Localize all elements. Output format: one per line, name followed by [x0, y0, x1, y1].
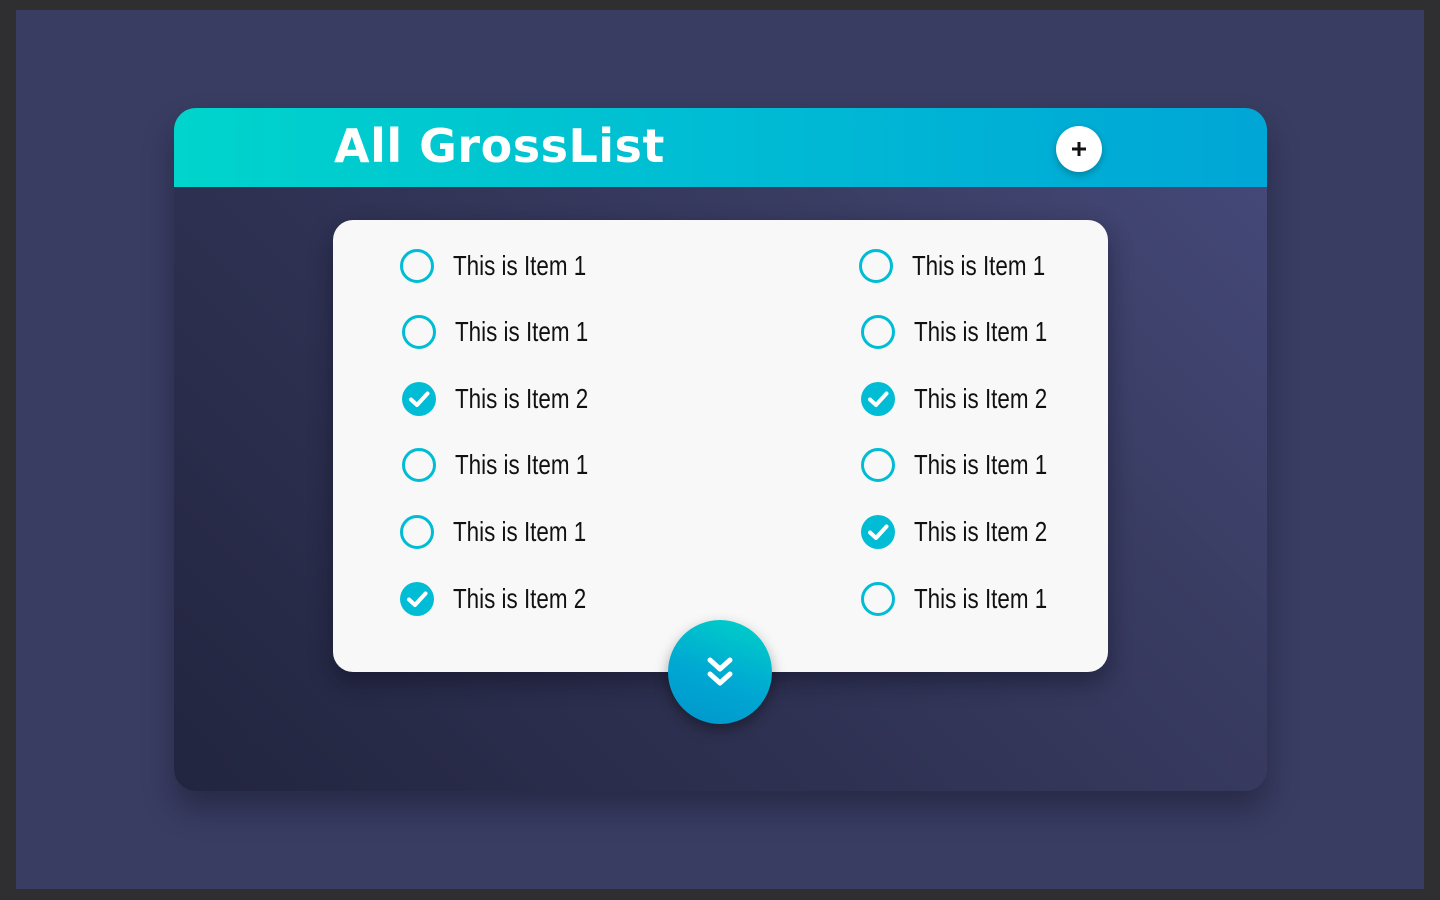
plus-icon — [1072, 142, 1086, 156]
item-list-panel: This is Item 1 This is Item 1 This is It… — [333, 220, 1108, 672]
list-item[interactable]: This is Item 1 — [401, 312, 621, 352]
list-item[interactable]: This is Item 1 — [860, 312, 1080, 352]
unchecked-circle-icon[interactable] — [401, 447, 437, 483]
app-canvas: All GrossList This is Item 1 This is Ite… — [16, 10, 1424, 889]
list-item[interactable]: This is Item 1 — [858, 246, 1078, 286]
list-item[interactable]: This is Item 2 — [860, 379, 1080, 419]
item-label: This is Item 2 — [453, 583, 587, 614]
list-item[interactable]: This is Item 2 — [860, 512, 1080, 552]
checked-circle-icon[interactable] — [399, 581, 435, 617]
unchecked-circle-icon[interactable] — [860, 581, 896, 617]
list-item[interactable]: This is Item 1 — [860, 579, 1080, 619]
list-item[interactable]: This is Item 1 — [399, 512, 619, 552]
checked-circle-icon[interactable] — [860, 514, 896, 550]
grocery-list-card: All GrossList This is Item 1 This is Ite… — [174, 108, 1267, 791]
chevrons-down-icon — [707, 657, 733, 686]
unchecked-circle-icon[interactable] — [401, 314, 437, 350]
list-item[interactable]: This is Item 1 — [399, 246, 619, 286]
unchecked-circle-icon[interactable] — [858, 248, 894, 284]
item-label: This is Item 1 — [455, 316, 589, 347]
item-label: This is Item 2 — [455, 383, 589, 414]
item-label: This is Item 1 — [914, 316, 1048, 347]
unchecked-circle-icon[interactable] — [860, 447, 896, 483]
item-label: This is Item 2 — [914, 383, 1048, 414]
item-label: This is Item 1 — [914, 583, 1048, 614]
checked-circle-icon[interactable] — [860, 381, 896, 417]
item-label: This is Item 2 — [914, 516, 1048, 547]
item-label: This is Item 1 — [912, 250, 1046, 281]
add-item-button[interactable] — [1056, 126, 1102, 172]
unchecked-circle-icon[interactable] — [399, 514, 435, 550]
list-item[interactable]: This is Item 1 — [401, 445, 621, 485]
checked-circle-icon[interactable] — [401, 381, 437, 417]
list-item[interactable]: This is Item 2 — [399, 579, 619, 619]
card-header: All GrossList — [174, 108, 1267, 187]
unchecked-circle-icon[interactable] — [399, 248, 435, 284]
expand-list-button[interactable] — [668, 620, 772, 724]
list-item[interactable]: This is Item 1 — [860, 445, 1080, 485]
unchecked-circle-icon[interactable] — [860, 314, 896, 350]
item-label: This is Item 1 — [453, 250, 587, 281]
item-label: This is Item 1 — [914, 449, 1048, 480]
list-item[interactable]: This is Item 2 — [401, 379, 621, 419]
page-title: All GrossList — [334, 119, 665, 173]
item-label: This is Item 1 — [455, 449, 589, 480]
item-label: This is Item 1 — [453, 516, 587, 547]
